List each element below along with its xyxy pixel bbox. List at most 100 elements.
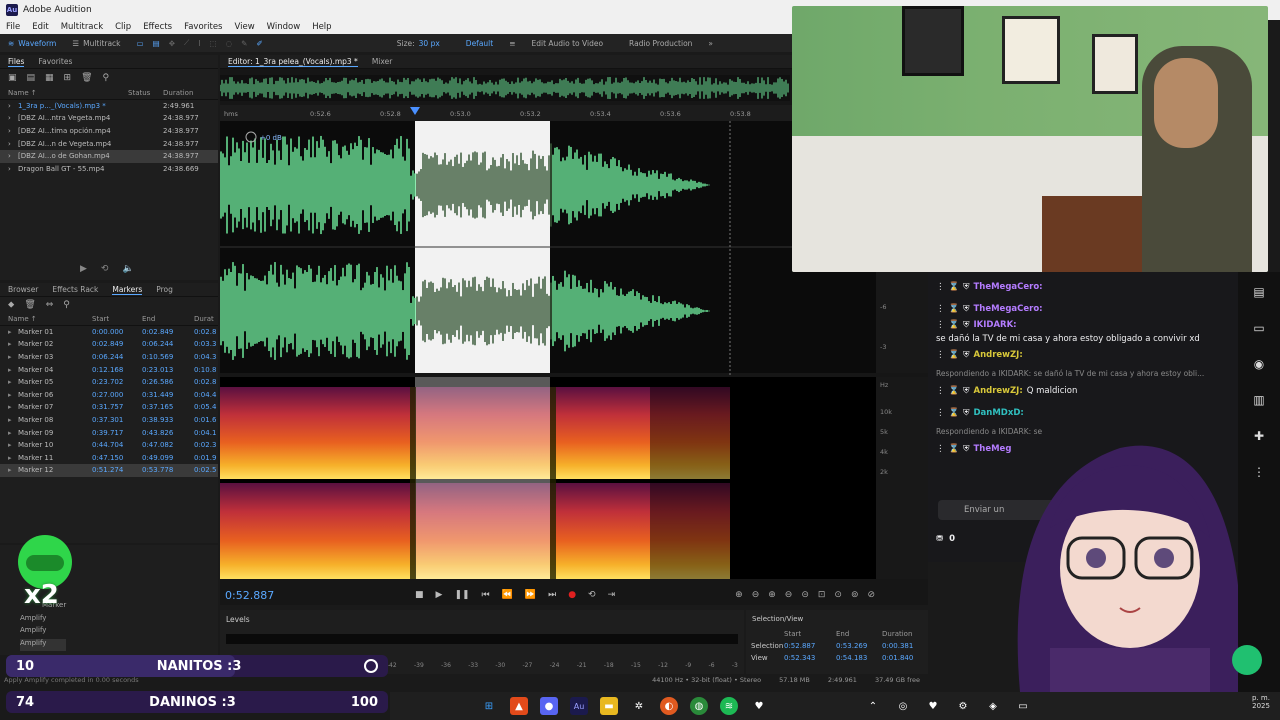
menu-help[interactable]: Help xyxy=(312,22,331,32)
file-row[interactable]: › [DBZ AI...tima opción.mp4 24:38.977 xyxy=(0,125,218,138)
expand-icon[interactable]: › xyxy=(8,140,18,148)
marker-start[interactable]: 0:51.274 xyxy=(92,466,142,474)
insert-multitrack-icon[interactable]: ⊞ xyxy=(64,73,72,83)
zoom-out-amplitude-icon[interactable]: ⊖ xyxy=(752,590,760,600)
move-tool-icon[interactable]: ✥ xyxy=(169,39,175,48)
selection-start[interactable]: 0:52.887 xyxy=(784,642,836,650)
marker-duration[interactable]: 0:02.8 xyxy=(194,328,216,336)
marker-duration[interactable]: 0:01.9 xyxy=(194,454,216,462)
chat-username[interactable]: DanMDxD: xyxy=(973,408,1023,418)
waveform-view-button[interactable]: ≋ Waveform xyxy=(0,39,64,48)
workspace-menu-icon[interactable]: ≡ xyxy=(501,39,523,48)
marquee-tool-icon[interactable]: ⬚ xyxy=(209,39,216,48)
file-row[interactable]: › [DBZ AI...n de Vegeta.mp4 24:38.977 xyxy=(0,137,218,150)
open-file-icon[interactable]: ▣ xyxy=(8,73,17,83)
marker-row[interactable]: ▸ Marker 12 0:51.274 0:53.778 0:02.5 xyxy=(0,464,218,477)
marker-row[interactable]: ▸ Marker 11 0:47.150 0:49.099 0:01.9 xyxy=(0,452,218,465)
workspace-overflow-icon[interactable]: » xyxy=(700,39,721,48)
go-start-icon[interactable]: ⏮ xyxy=(482,590,490,600)
menu-effects[interactable]: Effects xyxy=(143,22,172,32)
zoom-out-time-icon[interactable]: ⊖ xyxy=(785,590,793,600)
marker-end[interactable]: 0:10.569 xyxy=(142,353,194,361)
delete-icon[interactable]: 🗑 xyxy=(81,73,92,83)
marker-end[interactable]: 0:23.013 xyxy=(142,366,194,374)
marker-row[interactable]: ▸ Marker 09 0:39.717 0:43.826 0:04.1 xyxy=(0,426,218,439)
more-icon[interactable]: ⋮ xyxy=(936,304,945,314)
marker-start[interactable]: 0:47.150 xyxy=(92,454,142,462)
col-end[interactable]: End xyxy=(142,315,194,323)
marker-start[interactable]: 0:12.168 xyxy=(92,366,142,374)
mod-badge-icon[interactable]: ⛨ xyxy=(963,444,969,454)
menu-window[interactable]: Window xyxy=(267,22,301,32)
marker-end[interactable]: 0:37.165 xyxy=(142,403,194,411)
marker-duration[interactable]: 0:04.1 xyxy=(194,429,216,437)
marker-end[interactable]: 0:43.826 xyxy=(142,429,194,437)
col-duration[interactable]: Duration xyxy=(163,89,193,97)
timeout-icon[interactable]: ⌛ xyxy=(949,350,960,360)
marker-row[interactable]: ▸ Marker 05 0:23.702 0:26.586 0:02.8 xyxy=(0,376,218,389)
marker-end[interactable]: 0:49.099 xyxy=(142,454,194,462)
mod-badge-icon[interactable]: ⛨ xyxy=(963,282,969,292)
broadcast-icon[interactable]: ◉ xyxy=(1247,352,1271,376)
chat-username[interactable]: TheMegaCero: xyxy=(973,304,1042,314)
spectral-view-icon[interactable]: ▭ xyxy=(137,39,144,48)
zoom-in-time-icon[interactable]: ⊕ xyxy=(768,590,776,600)
wrench-icon[interactable]: ✚ xyxy=(1247,424,1271,448)
current-time[interactable]: 0:52.887 xyxy=(225,589,415,602)
chat-username[interactable]: TheMegaCero: xyxy=(973,282,1042,292)
marker-duration[interactable]: 0:03.3 xyxy=(194,340,216,348)
tray-icon-3[interactable]: ⚙ xyxy=(954,697,972,715)
marker-row[interactable]: ▸ Marker 03 0:06.244 0:10.569 0:04.3 xyxy=(0,351,218,364)
marker-row[interactable]: ▸ Marker 04 0:12.168 0:23.013 0:10.8 xyxy=(0,363,218,376)
tray-icon-5[interactable]: ▭ xyxy=(1014,697,1032,715)
history-item[interactable]: Amplify xyxy=(20,614,66,627)
import-icon[interactable]: ▤ xyxy=(27,73,36,83)
marker-end[interactable]: 0:26.586 xyxy=(142,378,194,386)
history-item[interactable]: Amplify xyxy=(20,638,67,651)
search-icon[interactable]: ⚲ xyxy=(103,73,110,83)
view-start[interactable]: 0:52.343 xyxy=(784,654,836,662)
channel-points[interactable]: ⛃ 0 xyxy=(936,534,955,544)
view-duration[interactable]: 0:01.840 xyxy=(882,654,913,662)
marker-row[interactable]: ▸ Marker 10 0:44.704 0:47.082 0:02.3 xyxy=(0,439,218,452)
timeout-icon[interactable]: ⌛ xyxy=(949,320,960,330)
marker-duration[interactable]: 0:05.4 xyxy=(194,403,216,411)
marker-start[interactable]: 0:44.704 xyxy=(92,441,142,449)
more-icon[interactable]: ⋮ xyxy=(936,350,945,360)
marker-row[interactable]: ▸ Marker 01 0:00.000 0:02.849 0:02.8 xyxy=(0,326,218,339)
brush-tool-icon[interactable]: ✎ xyxy=(241,39,247,48)
tab-editor[interactable]: Editor: 1_3ra pelea_(Vocals).mp3 * xyxy=(228,57,358,67)
time-select-tool-icon[interactable]: I xyxy=(198,39,200,48)
menu-edit[interactable]: Edit xyxy=(32,22,48,32)
app-icon[interactable]: ♥ xyxy=(750,697,768,715)
marker-duration[interactable]: 0:02.5 xyxy=(194,466,216,474)
clock[interactable]: p. m. 2025 xyxy=(1252,694,1270,710)
delete-marker-icon[interactable]: 🗑 xyxy=(24,300,35,310)
chat-bubble-icon[interactable]: ▭ xyxy=(1247,316,1271,340)
settings-icon[interactable]: ✲ xyxy=(630,697,648,715)
menu-favorites[interactable]: Favorites xyxy=(184,22,222,32)
menu-multitrack[interactable]: Multitrack xyxy=(61,22,103,32)
expand-icon[interactable]: › xyxy=(8,127,18,135)
mod-badge-icon[interactable]: ⛨ xyxy=(963,350,969,360)
marker-duration[interactable]: 0:10.8 xyxy=(194,366,216,374)
tab-files[interactable]: Files xyxy=(8,57,25,67)
marker-start[interactable]: 0:06.244 xyxy=(92,353,142,361)
marker-end[interactable]: 0:02.849 xyxy=(142,328,194,336)
menu-clip[interactable]: Clip xyxy=(115,22,131,32)
file-row[interactable]: › Dragon Ball GT - 55.mp4 24:38.669 xyxy=(0,163,218,176)
expand-icon[interactable]: › xyxy=(8,102,18,110)
col-name[interactable]: Name ↑ xyxy=(8,315,92,323)
workspace-default[interactable]: Default xyxy=(458,39,501,48)
multitrack-view-button[interactable]: ☰ Multitrack xyxy=(64,39,128,48)
record-icon[interactable]: ● xyxy=(568,590,576,600)
tray-icon-1[interactable]: ◎ xyxy=(894,697,912,715)
marker-duration[interactable]: 0:01.6 xyxy=(194,416,216,424)
notes-icon[interactable]: ▤ xyxy=(1247,280,1271,304)
expand-icon[interactable]: › xyxy=(8,165,18,173)
timeout-icon[interactable]: ⌛ xyxy=(949,408,960,418)
volume-icon[interactable]: 🔈 xyxy=(122,264,133,274)
tab-favorites[interactable]: Favorites xyxy=(38,57,72,66)
brave-icon[interactable]: ▲ xyxy=(510,697,528,715)
tray-icon-4[interactable]: ◈ xyxy=(984,697,1002,715)
